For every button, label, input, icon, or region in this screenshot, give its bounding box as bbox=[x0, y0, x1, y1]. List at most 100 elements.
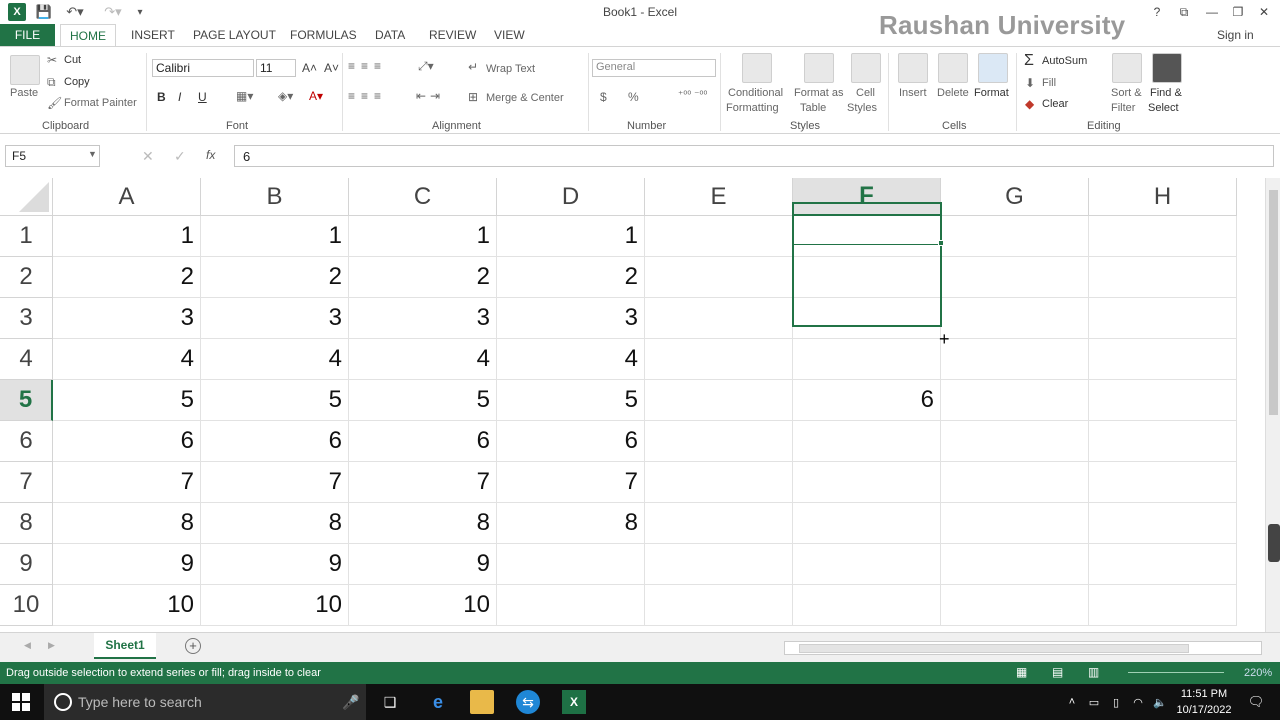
zoom-slider[interactable] bbox=[1128, 672, 1224, 673]
cell-g7[interactable] bbox=[941, 462, 1089, 503]
cell-d4[interactable]: 4 bbox=[497, 339, 645, 380]
autosum-button[interactable]: AutoSum bbox=[1042, 55, 1087, 67]
row-header-2[interactable]: 2 bbox=[0, 257, 53, 298]
cancel-icon[interactable]: ✕ bbox=[142, 148, 154, 165]
cell-b8[interactable]: 8 bbox=[201, 503, 349, 544]
row-header-6[interactable]: 6 bbox=[0, 421, 53, 462]
format-painter-button[interactable]: Format Painter bbox=[64, 97, 137, 109]
shrink-font-icon[interactable]: A˅ bbox=[324, 61, 339, 75]
cell-f6[interactable] bbox=[793, 421, 941, 462]
paste-icon[interactable] bbox=[10, 55, 40, 85]
cell-a10[interactable]: 10 bbox=[53, 585, 201, 626]
volume-icon[interactable]: 🔈 bbox=[1148, 690, 1172, 714]
cell-e5[interactable] bbox=[645, 380, 793, 421]
cell-b3[interactable]: 3 bbox=[201, 298, 349, 339]
row-header-4[interactable]: 4 bbox=[0, 339, 53, 380]
cell-b10[interactable]: 10 bbox=[201, 585, 349, 626]
zoom-level[interactable]: 220% bbox=[1244, 667, 1272, 679]
cell-a1[interactable]: 1 bbox=[53, 216, 201, 257]
column-header-f[interactable]: F bbox=[793, 178, 941, 216]
cell-b4[interactable]: 4 bbox=[201, 339, 349, 380]
cell-b2[interactable]: 2 bbox=[201, 257, 349, 298]
cell-e9[interactable] bbox=[645, 544, 793, 585]
format-as-table-line1[interactable]: Format as bbox=[794, 87, 844, 99]
cell-g10[interactable] bbox=[941, 585, 1089, 626]
insert-cells-button[interactable]: Insert bbox=[899, 87, 927, 99]
cell-styles-icon[interactable] bbox=[851, 53, 881, 83]
cell-g8[interactable] bbox=[941, 503, 1089, 544]
currency-button[interactable]: $ bbox=[600, 90, 607, 104]
cell-c2[interactable]: 2 bbox=[349, 257, 497, 298]
cell-d5[interactable]: 5 bbox=[497, 380, 645, 421]
ribbon-display-icon[interactable]: ⧉ bbox=[1172, 2, 1196, 22]
prev-sheet-icon[interactable]: ◀ bbox=[24, 640, 31, 651]
indent-icons[interactable]: ⇤⇥ bbox=[416, 89, 444, 103]
edge-icon[interactable]: e bbox=[426, 690, 450, 714]
cell-f5[interactable]: 6 bbox=[793, 380, 941, 421]
cell-a4[interactable]: 4 bbox=[53, 339, 201, 380]
sort-filter-icon[interactable] bbox=[1112, 53, 1142, 83]
cell-h6[interactable] bbox=[1089, 421, 1237, 462]
row-header-10[interactable]: 10 bbox=[0, 585, 53, 626]
cell-g1[interactable] bbox=[941, 216, 1089, 257]
horizontal-scrollbar[interactable] bbox=[784, 641, 1262, 655]
row-header-9[interactable]: 9 bbox=[0, 544, 53, 585]
cell-a7[interactable]: 7 bbox=[53, 462, 201, 503]
cell-a9[interactable]: 9 bbox=[53, 544, 201, 585]
cell-h10[interactable] bbox=[1089, 585, 1237, 626]
tab-file[interactable]: FILE bbox=[0, 24, 55, 46]
cell-f7[interactable] bbox=[793, 462, 941, 503]
underline-button[interactable]: U bbox=[198, 90, 207, 104]
minimize-icon[interactable]: — bbox=[1200, 2, 1224, 22]
decimal-icons[interactable]: ⁺⁰⁰ ⁻⁰⁰ bbox=[678, 90, 707, 101]
cell-e3[interactable] bbox=[645, 298, 793, 339]
row-header-1[interactable]: 1 bbox=[0, 216, 53, 257]
bold-button[interactable]: B bbox=[157, 90, 166, 104]
cell-d6[interactable]: 6 bbox=[497, 421, 645, 462]
conditional-formatting-line1[interactable]: Conditional bbox=[728, 87, 783, 99]
page-layout-view-icon[interactable]: ▤ bbox=[1052, 665, 1063, 679]
microphone-icon[interactable]: 🎤 bbox=[342, 694, 359, 711]
cell-e2[interactable] bbox=[645, 257, 793, 298]
wrap-text-button[interactable]: Wrap Text bbox=[486, 63, 535, 75]
vertical-scrollbar[interactable] bbox=[1265, 178, 1280, 632]
conditional-formatting-line2[interactable]: Formatting bbox=[726, 102, 779, 114]
cell-c5[interactable]: 5 bbox=[349, 380, 497, 421]
italic-button[interactable]: I bbox=[178, 90, 181, 104]
signin-link[interactable]: Sign in bbox=[1217, 28, 1254, 42]
cell-b1[interactable]: 1 bbox=[201, 216, 349, 257]
column-header-c[interactable]: C bbox=[349, 178, 497, 216]
cell-b5[interactable]: 5 bbox=[201, 380, 349, 421]
wifi-icon[interactable]: ◠ bbox=[1126, 690, 1150, 714]
format-cells-icon[interactable] bbox=[978, 53, 1008, 83]
row-header-8[interactable]: 8 bbox=[0, 503, 53, 544]
close-icon[interactable]: ✕ bbox=[1252, 2, 1276, 22]
cell-g4[interactable] bbox=[941, 339, 1089, 380]
column-header-e[interactable]: E bbox=[645, 178, 793, 216]
cell-c1[interactable]: 1 bbox=[349, 216, 497, 257]
vertical-align-icons[interactable]: ≡≡≡ bbox=[348, 59, 387, 73]
cell-c7[interactable]: 7 bbox=[349, 462, 497, 503]
column-header-d[interactable]: D bbox=[497, 178, 645, 216]
paste-button[interactable]: Paste bbox=[10, 87, 38, 99]
cell-h5[interactable] bbox=[1089, 380, 1237, 421]
name-box[interactable]: F5 bbox=[5, 145, 100, 167]
cell-e6[interactable] bbox=[645, 421, 793, 462]
cell-d8[interactable]: 8 bbox=[497, 503, 645, 544]
cell-e8[interactable] bbox=[645, 503, 793, 544]
cell-g6[interactable] bbox=[941, 421, 1089, 462]
cell-a5[interactable]: 5 bbox=[53, 380, 201, 421]
borders-icon[interactable]: ▦▾ bbox=[236, 89, 253, 103]
conditional-formatting-icon[interactable] bbox=[742, 53, 772, 83]
format-cells-button[interactable]: Format bbox=[974, 87, 1009, 99]
cell-h3[interactable] bbox=[1089, 298, 1237, 339]
cell-f1[interactable] bbox=[793, 216, 941, 257]
format-as-table-line2[interactable]: Table bbox=[800, 102, 826, 114]
name-box-dropdown-icon[interactable]: ▼ bbox=[88, 149, 97, 159]
cell-g2[interactable] bbox=[941, 257, 1089, 298]
tab-home[interactable]: HOME bbox=[60, 24, 116, 47]
cell-h7[interactable] bbox=[1089, 462, 1237, 503]
enter-icon[interactable]: ✓ bbox=[174, 148, 186, 165]
number-format-select[interactable]: General bbox=[592, 59, 716, 77]
insert-cells-icon[interactable] bbox=[898, 53, 928, 83]
